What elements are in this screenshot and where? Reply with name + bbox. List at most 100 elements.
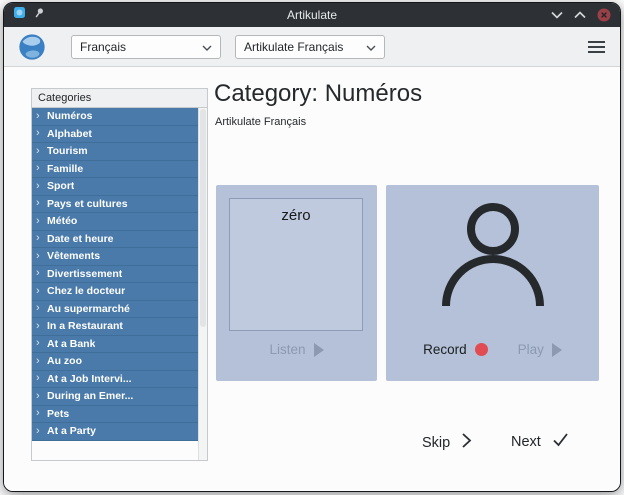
sidebar-item-category[interactable]: › During an Emer... [32, 388, 198, 406]
checkmark-icon [552, 432, 569, 451]
content-area: Categories › Numéros › Alphabet › Touris… [4, 67, 620, 491]
next-label: Next [511, 434, 541, 450]
sidebar-item-category[interactable]: › Météo [32, 213, 198, 231]
toolbar: Français Artikulate Français [4, 27, 620, 67]
category-list: › Numéros › Alphabet › Tourism › Famille… [32, 108, 198, 460]
chevron-right-icon: › [36, 408, 47, 419]
chevron-right-icon: › [36, 303, 47, 314]
sidebar-item-category[interactable]: › In a Restaurant [32, 318, 198, 336]
sidebar-item-category[interactable]: › Pets [32, 406, 198, 424]
sidebar-item-category[interactable]: › Sport [32, 178, 198, 196]
sidebar-item-category[interactable]: › At a Job Intervi... [32, 371, 198, 389]
phrase-box: zéro [229, 198, 363, 331]
course-combobox-value: Artikulate Français [244, 40, 366, 54]
chevron-right-icon: › [36, 216, 47, 227]
record-dot-icon [475, 343, 488, 356]
category-label: At a Bank [47, 338, 95, 350]
sidebar-item-category[interactable]: › Vêtements [32, 248, 198, 266]
titlebar-app-icon [13, 6, 26, 24]
phrase-text: zéro [281, 207, 310, 330]
record-label: Record [423, 342, 467, 357]
chevron-right-icon: › [36, 391, 47, 402]
titlebar-pin-icon[interactable] [33, 6, 45, 24]
play-icon [314, 343, 324, 357]
skip-label: Skip [422, 435, 450, 451]
chevron-right-icon: › [36, 338, 47, 349]
phrase-card: zéro Listen [216, 185, 377, 381]
chevron-right-icon: › [36, 268, 47, 279]
chevron-right-icon: › [36, 373, 47, 384]
titlebar: Artikulate [4, 3, 620, 27]
hamburger-menu-button[interactable] [586, 37, 607, 57]
category-label: Pets [47, 408, 69, 420]
chevron-right-icon: › [36, 356, 47, 367]
sidebar-item-category[interactable]: › Date et heure [32, 231, 198, 249]
chevron-right-icon: › [36, 163, 47, 174]
play-button[interactable]: Play [518, 342, 562, 357]
chevron-right-icon: › [36, 233, 47, 244]
category-label: In a Restaurant [47, 320, 123, 332]
chevron-right-icon: › [36, 286, 47, 297]
close-button[interactable] [597, 8, 611, 22]
record-button[interactable]: Record [423, 342, 488, 357]
category-label: Au zoo [47, 355, 82, 367]
chevron-right-icon: › [36, 181, 47, 192]
category-label: Météo [47, 215, 77, 227]
page-subtitle: Artikulate Français [215, 116, 306, 128]
maximize-button[interactable] [574, 11, 586, 19]
page-title: Category: Numéros [214, 80, 422, 108]
sidebar-item-category[interactable]: › At a Party [32, 423, 198, 441]
category-label: Famille [47, 163, 83, 175]
category-label: Pays et cultures [47, 198, 128, 210]
chevron-down-icon [366, 40, 376, 54]
skip-button[interactable]: Skip [422, 432, 472, 453]
language-combobox[interactable]: Français [71, 35, 221, 59]
chevron-right-icon: › [36, 128, 47, 139]
sidebar-item-category[interactable]: › Au supermarché [32, 301, 198, 319]
categories-header: Categories [32, 89, 207, 108]
category-label: Sport [47, 180, 74, 192]
category-label: Tourism [47, 145, 88, 157]
scrollbar-thumb[interactable] [200, 109, 206, 327]
category-label: Chez le docteur [47, 285, 125, 297]
category-label: Alphabet [47, 128, 92, 140]
chevron-right-icon: › [36, 251, 47, 262]
chevron-right-icon: › [36, 426, 47, 437]
person-icon [435, 202, 551, 317]
category-label: Divertissement [47, 268, 122, 280]
chevron-right-icon: › [36, 321, 47, 332]
category-label: Au supermarché [47, 303, 130, 315]
sidebar-item-category[interactable]: › Au zoo [32, 353, 198, 371]
sidebar-item-category[interactable]: › At a Bank [32, 336, 198, 354]
language-combobox-value: Français [80, 40, 202, 54]
chevron-down-icon [202, 40, 212, 54]
record-card: Record Play [386, 185, 599, 381]
category-label: At a Party [47, 425, 96, 437]
category-label: Date et heure [47, 233, 114, 245]
sidebar-item-category[interactable]: › Numéros [32, 108, 198, 126]
sidebar-item-category[interactable]: › Tourism [32, 143, 198, 161]
minimize-button[interactable] [551, 11, 563, 19]
sidebar-scrollbar[interactable] [198, 108, 207, 460]
sidebar-item-category[interactable]: › Alphabet [32, 126, 198, 144]
sidebar-item-category[interactable]: › Divertissement [32, 266, 198, 284]
chevron-right-icon [461, 432, 472, 453]
category-label: At a Job Intervi... [47, 373, 132, 385]
play-label: Play [518, 342, 544, 357]
course-combobox[interactable]: Artikulate Français [235, 35, 385, 59]
next-button[interactable]: Next [511, 432, 569, 451]
app-window: Artikulate Français Artikulate [3, 2, 621, 492]
sidebar-item-category[interactable]: › Chez le docteur [32, 283, 198, 301]
category-label: Vêtements [47, 250, 100, 262]
play-icon [552, 343, 562, 357]
chevron-right-icon: › [36, 111, 47, 122]
sidebar-item-category[interactable]: › Famille [32, 161, 198, 179]
sidebar-item-category[interactable]: › Pays et cultures [32, 196, 198, 214]
window-title: Artikulate [4, 8, 620, 22]
listen-label: Listen [269, 342, 305, 357]
chevron-right-icon: › [36, 198, 47, 209]
categories-sidebar: Categories › Numéros › Alphabet › Touris… [31, 88, 208, 461]
chevron-right-icon: › [36, 146, 47, 157]
category-label: Numéros [47, 110, 93, 122]
listen-button[interactable]: Listen [269, 342, 323, 357]
